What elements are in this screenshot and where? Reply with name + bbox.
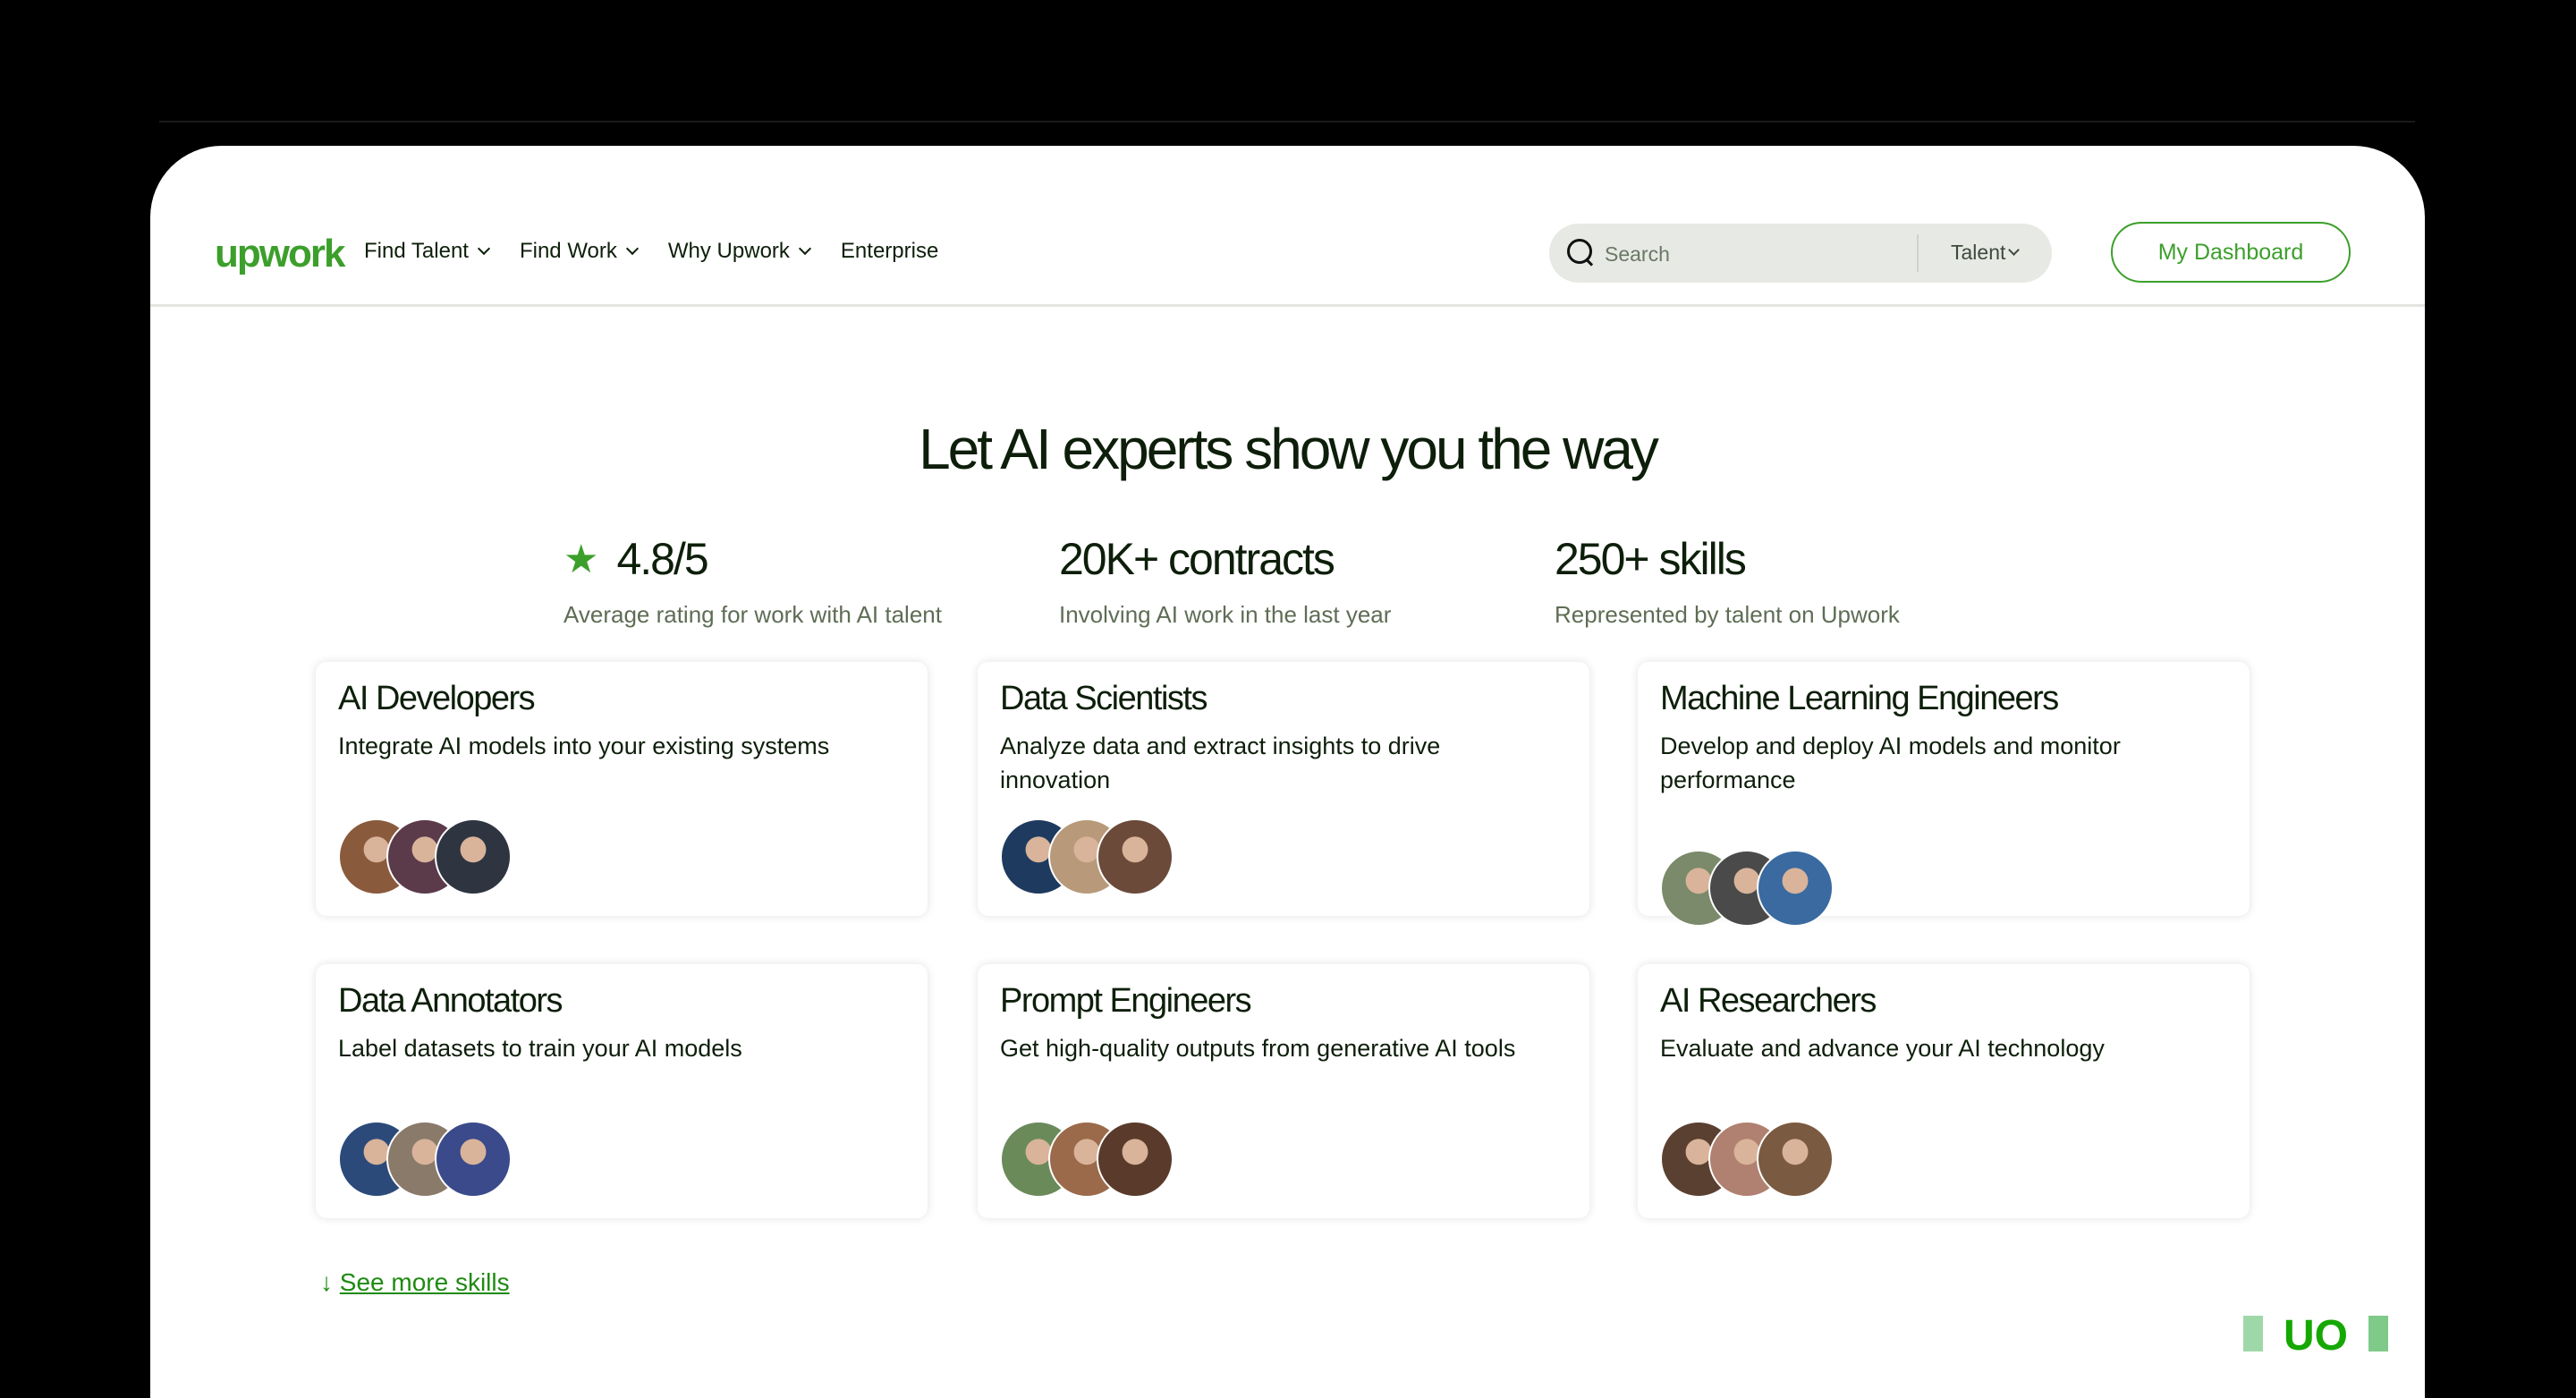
skill-card[interactable]: Prompt Engineers Get high-quality outputs… bbox=[978, 964, 1589, 1218]
stat-value: 4.8/5 bbox=[616, 534, 708, 584]
avatar-group bbox=[1660, 850, 1834, 927]
card-description: Evaluate and advance your AI technology bbox=[1660, 1035, 2105, 1062]
search-input[interactable] bbox=[1603, 224, 1893, 284]
nav-label: Why Upwork bbox=[667, 239, 790, 263]
stat-value-row: ★ 4.8/5 bbox=[564, 533, 942, 585]
stat-contracts: 20K+ contracts Involving AI work in the … bbox=[1059, 533, 1391, 629]
card-title: AI Developers bbox=[338, 680, 536, 717]
nav-label: Find Talent bbox=[364, 239, 469, 263]
search-divider bbox=[1917, 234, 1919, 272]
nav-label: Find Work bbox=[519, 239, 617, 263]
star-icon: ★ bbox=[564, 537, 599, 581]
search-scope-label: Talent bbox=[1951, 241, 2006, 264]
card-title: AI Researchers bbox=[1660, 982, 1877, 1020]
hero-title: Let AI experts show you the way bbox=[919, 417, 1659, 481]
avatar bbox=[435, 818, 512, 895]
upwork-logo[interactable]: upwork bbox=[215, 232, 345, 276]
card-title: Data Annotators bbox=[338, 982, 564, 1020]
chevron-down-icon bbox=[2008, 244, 2021, 256]
card-title: Prompt Engineers bbox=[1000, 982, 1252, 1020]
search-scope-dropdown[interactable]: Talent bbox=[1951, 241, 2021, 265]
avatar bbox=[1757, 1121, 1834, 1198]
avatar-group bbox=[1000, 818, 1174, 895]
card-description: Develop and deploy AI models and monitor… bbox=[1660, 733, 2121, 793]
avatar bbox=[1097, 1121, 1174, 1198]
search-icon bbox=[1567, 239, 1592, 264]
site-header: upwork Find Talent Find Work Why Upwork … bbox=[150, 146, 2425, 307]
avatar bbox=[1757, 850, 1834, 927]
card-title: Machine Learning Engineers bbox=[1660, 680, 2059, 717]
browser-frame: upwork Find Talent Find Work Why Upwork … bbox=[150, 146, 2425, 1398]
stat-skills: 250+ skills Represented by talent on Upw… bbox=[1555, 533, 1900, 629]
stat-value: 250+ skills bbox=[1555, 534, 1747, 584]
stat-sub: Involving AI work in the last year bbox=[1059, 601, 1392, 628]
my-dashboard-button[interactable]: My Dashboard bbox=[2111, 222, 2351, 283]
nav-why-upwork[interactable]: Why Upwork bbox=[667, 239, 811, 264]
avatar bbox=[1097, 818, 1174, 895]
card-description: Get high-quality outputs from generative… bbox=[1000, 1035, 1516, 1062]
chevron-down-icon bbox=[798, 241, 811, 256]
top-divider bbox=[159, 121, 2415, 123]
nav-enterprise[interactable]: Enterprise bbox=[841, 239, 938, 264]
nav-label: Enterprise bbox=[840, 239, 939, 263]
skill-card[interactable]: AI Researchers Evaluate and advance your … bbox=[1638, 964, 2250, 1218]
stat-sub: Represented by talent on Upwork bbox=[1555, 601, 1900, 628]
nav-find-talent[interactable]: Find Talent bbox=[364, 239, 491, 264]
chevron-down-icon bbox=[477, 241, 491, 256]
card-title: Data Scientists bbox=[1000, 680, 1208, 717]
card-description: Label datasets to train your AI models bbox=[338, 1035, 742, 1062]
main-nav: Find Talent Find Work Why Upwork Enterpr… bbox=[364, 239, 938, 264]
search-bar: Talent bbox=[1549, 224, 2052, 284]
skill-card[interactable]: Machine Learning Engineers Develop and de… bbox=[1638, 662, 2250, 927]
stat-sub: Average rating for work with AI talent bbox=[564, 601, 942, 628]
card-description: Integrate AI models into your existing s… bbox=[338, 733, 830, 759]
skill-card[interactable]: Data Annotators Label datasets to train y… bbox=[316, 964, 928, 1218]
card-description: Analyze data and extract insights to dri… bbox=[1000, 733, 1441, 793]
avatar-group bbox=[1660, 1121, 1834, 1198]
see-more-skills-link[interactable]: ↓ See more skills bbox=[320, 1268, 510, 1297]
avatar-group bbox=[338, 818, 512, 895]
skill-card[interactable]: Data Scientists Analyze data and extract … bbox=[978, 662, 1589, 916]
see-more-label: See more skills bbox=[339, 1268, 510, 1296]
avatar-group bbox=[338, 1121, 512, 1198]
nav-find-work[interactable]: Find Work bbox=[519, 239, 639, 264]
stat-rating: ★ 4.8/5 Average rating for work with AI … bbox=[564, 533, 942, 629]
avatar-group bbox=[1000, 1121, 1174, 1198]
arrow-down-icon: ↓ bbox=[320, 1268, 333, 1296]
svg-text:UO: UO bbox=[2284, 1316, 2348, 1351]
chevron-down-icon bbox=[625, 241, 639, 256]
upwork-badge-icon: UO bbox=[2243, 1316, 2388, 1351]
skill-card[interactable]: AI Developers Integrate AI models into yo… bbox=[316, 662, 928, 916]
avatar bbox=[435, 1121, 512, 1198]
stat-value: 20K+ contracts bbox=[1059, 534, 1335, 584]
